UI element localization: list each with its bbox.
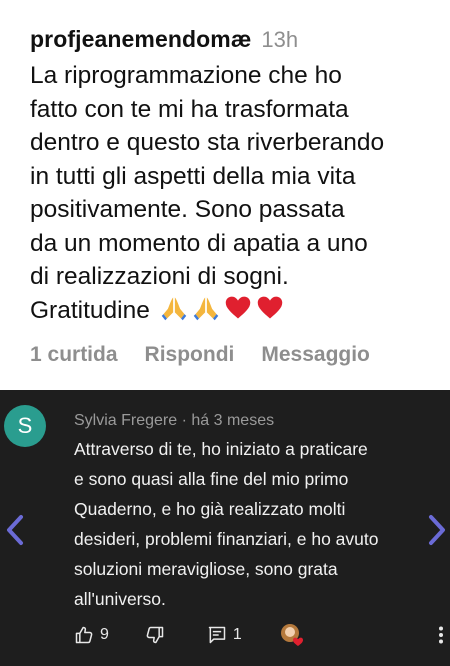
comment-line: di realizzazioni di sogni. xyxy=(30,263,289,290)
avatar[interactable]: S xyxy=(4,405,46,447)
comment-toolbar: 9 1 xyxy=(74,622,450,648)
instagram-comment: profjeanemendomæ 13h La riprogrammazione… xyxy=(0,0,450,390)
comment-line: Quaderno, e ho già realizzato molti xyxy=(74,499,346,519)
likes-count-link[interactable]: 1 curtida xyxy=(30,343,118,367)
comment-icon xyxy=(208,626,226,644)
username[interactable]: profjeanemendomæ xyxy=(30,26,251,53)
youtube-comment: S Sylvia Fregere · há 3 meses Attraverso… xyxy=(0,390,450,666)
comment-line: desideri, problemi finanziari, e ho avut… xyxy=(74,529,379,549)
comment-time: há 3 meses xyxy=(191,412,275,429)
reply-count: 1 xyxy=(232,626,242,643)
reply-button[interactable]: Rispondi xyxy=(145,343,235,367)
emoji-group xyxy=(160,294,284,322)
folded-hands-icon xyxy=(193,297,219,320)
chevron-left-icon[interactable] xyxy=(4,514,26,546)
folded-hands-icon xyxy=(161,297,187,320)
creator-avatar-icon xyxy=(280,624,303,646)
meta-separator: · xyxy=(181,412,187,429)
comment-line: in tutti gli aspetti della mia vita xyxy=(30,162,356,190)
comment-line: Attraverso di te, ho iniziato a praticar… xyxy=(74,439,368,459)
creator-heart-icon xyxy=(280,623,304,647)
red-heart-icon xyxy=(225,296,251,318)
comment-line: da un momento di apatia a uno xyxy=(30,229,368,257)
comment-line: fatto con te mi ha trasformata xyxy=(30,95,349,123)
comment-text: Attraverso di te, ho iniziato a praticar… xyxy=(74,434,424,614)
comment-line: dentro e questo sta riverberando xyxy=(30,129,385,156)
comment-line: Gratitudine xyxy=(30,296,150,324)
comment-line: soluzioni meravigliose, sono grata xyxy=(74,559,338,579)
comment-time: 13h xyxy=(261,27,299,52)
dislike-button[interactable] xyxy=(145,625,165,645)
more-vertical-icon[interactable] xyxy=(438,626,444,644)
like-count: 9 xyxy=(100,626,109,643)
replies-button[interactable]: 1 xyxy=(207,625,242,645)
message-button[interactable]: Messaggio xyxy=(261,343,370,367)
like-button[interactable]: 9 xyxy=(74,625,109,645)
comment-last-line: Gratitudine xyxy=(30,294,424,328)
comment-line: positivamente. Sono passata xyxy=(30,196,345,223)
comment-actions: 1 curtida Rispondi Messaggio xyxy=(30,343,424,367)
comment-meta: Sylvia Fregere · há 3 meses xyxy=(74,412,274,430)
comment-line: e sono quasi alla fine del mio primo xyxy=(74,469,349,489)
thumbs-up-icon xyxy=(75,626,93,644)
comment-line: La riprogrammazione che ho xyxy=(30,62,342,89)
author-name[interactable]: Sylvia Fregere xyxy=(74,412,177,429)
comment-line: all'universo. xyxy=(74,589,166,609)
comment-header: profjeanemendomæ 13h xyxy=(30,26,424,53)
red-heart-icon xyxy=(257,296,283,318)
comment-text: La riprogrammazione che ho fatto con te … xyxy=(30,59,424,327)
chevron-right-icon[interactable] xyxy=(426,514,448,546)
thumbs-down-icon xyxy=(146,626,164,644)
